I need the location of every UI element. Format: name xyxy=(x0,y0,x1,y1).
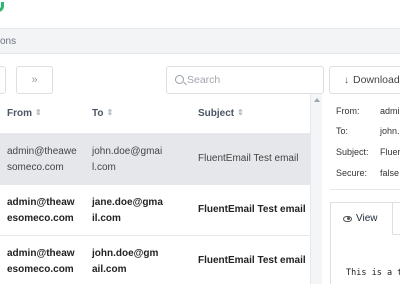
detail-subject-label: Subject: xyxy=(336,147,369,157)
detail-to-label: To: xyxy=(336,126,349,136)
cell-subject: FluentEmail Test email xyxy=(198,255,306,266)
detail-secure-value: false xyxy=(380,168,400,178)
column-header-from[interactable]: From ⇕ xyxy=(7,108,42,119)
detail-from-value: admi xyxy=(380,106,400,116)
tab-view-label: View xyxy=(356,213,378,224)
email-details-panel: From: admi To: john. Subject: Fluer Secu… xyxy=(330,94,400,284)
logo-icon xyxy=(0,2,4,12)
table-row[interactable]: admin@theaw esomeco.com jane.doe@gma il.co… xyxy=(0,185,310,236)
cell-subject: FluentEmail Test email xyxy=(198,204,306,215)
top-bar xyxy=(0,0,400,20)
cell-from: admin@theawesomeco.com xyxy=(7,146,77,173)
divider xyxy=(330,189,400,190)
download-icon: ↓ xyxy=(344,74,349,86)
cell-subject: FluentEmail Test email xyxy=(198,153,299,164)
eye-icon xyxy=(343,215,352,222)
tab-view[interactable]: View xyxy=(331,203,393,235)
detail-subject-value: Fluer xyxy=(380,147,400,157)
sort-icon: ⇕ xyxy=(35,108,42,117)
sort-icon: ⇕ xyxy=(237,108,244,117)
tab-divider xyxy=(393,234,400,235)
pager-next-button[interactable]: » xyxy=(16,66,53,94)
email-table: From ⇕ To ⇕ Subject ⇕ admin@theawe someco.co… xyxy=(0,94,310,284)
search-box[interactable] xyxy=(166,66,324,94)
table-row[interactable]: admin@theawesomeco.com john.doe@gmail.co… xyxy=(0,134,310,185)
scroll-up-icon[interactable] xyxy=(314,98,320,102)
search-icon xyxy=(175,75,184,84)
table-row[interactable]: admin@theawesomeco.com john.doe@gmail.co… xyxy=(0,236,310,284)
table-header: From ⇕ To ⇕ Subject ⇕ xyxy=(0,94,310,134)
download-button[interactable]: ↓ Download xyxy=(329,66,400,94)
cell-to: jane.doe@gma il.com xyxy=(92,197,163,224)
detail-secure-label: Secure: xyxy=(336,168,368,178)
detail-from-label: From: xyxy=(336,106,360,116)
column-header-to[interactable]: To ⇕ xyxy=(92,108,113,119)
cell-from: admin@theawesomeco.com xyxy=(7,197,75,224)
cell-to: john.doe@gmail.com xyxy=(92,248,159,275)
column-header-subject[interactable]: Subject ⇕ xyxy=(198,108,244,119)
breadcrumb-text: ons xyxy=(0,36,17,47)
detail-to-value: john. xyxy=(380,126,400,136)
cell-to: john.doe@gmail.com xyxy=(92,146,163,173)
email-body-preview: This is a t xyxy=(346,268,400,278)
search-input[interactable] xyxy=(187,67,317,93)
download-label: Download xyxy=(353,74,400,86)
sort-icon: ⇕ xyxy=(106,108,114,117)
pager-previous-button[interactable] xyxy=(0,66,6,94)
breadcrumb: ons xyxy=(0,28,400,54)
toolbar: » ↓ Download xyxy=(0,66,400,94)
cell-from: admin@theawesomeco.com xyxy=(7,248,75,275)
table-scrollbar[interactable] xyxy=(310,94,322,284)
